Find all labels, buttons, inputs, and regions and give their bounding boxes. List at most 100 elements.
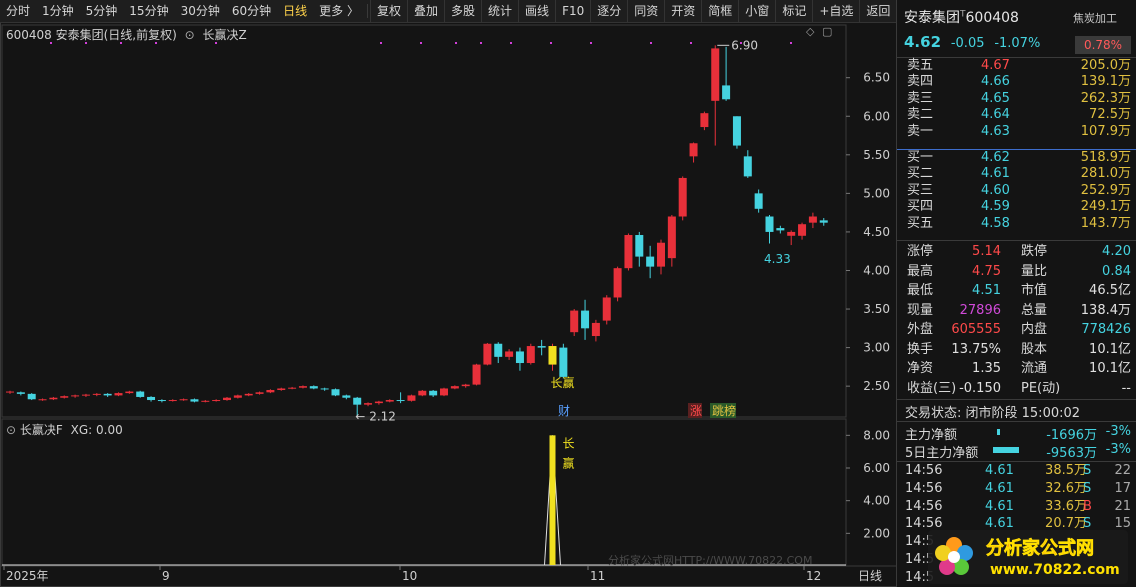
period-tab[interactable]: 5分钟 bbox=[80, 0, 124, 23]
tool-button[interactable]: F10 bbox=[555, 0, 590, 23]
signal-dot bbox=[380, 42, 382, 44]
candle-body bbox=[212, 400, 221, 402]
candle-body bbox=[27, 393, 36, 400]
signal-dot bbox=[455, 42, 457, 44]
period-tab[interactable]: 分时 bbox=[0, 0, 36, 23]
y-tick-label: 5.50 bbox=[863, 148, 890, 162]
tool-button[interactable]: 多股 bbox=[444, 0, 481, 23]
tick-time: 14:56 bbox=[905, 498, 943, 514]
tool-button[interactable]: +自选 bbox=[812, 0, 859, 23]
tick-price: 4.61 bbox=[985, 480, 1014, 496]
candle-body bbox=[201, 400, 210, 402]
bids-row[interactable]: 买五 4.58 143.7万 bbox=[897, 216, 1136, 232]
period-tab[interactable]: 日线 bbox=[277, 0, 313, 23]
signal-label: 长赢 bbox=[551, 375, 575, 390]
tool-button[interactable]: 返回 bbox=[859, 0, 896, 23]
tool-button[interactable]: 叠加 bbox=[407, 0, 444, 23]
candle-body bbox=[732, 116, 741, 146]
asks-price: 4.64 bbox=[981, 107, 1010, 123]
asks-volume: 72.5万 bbox=[1089, 107, 1131, 123]
candle-body bbox=[787, 231, 796, 236]
stat-label: 跌停 bbox=[1021, 244, 1048, 259]
period-tab[interactable]: 1分钟 bbox=[36, 0, 80, 23]
bids-price: 4.62 bbox=[981, 150, 1010, 165]
flow-pct: -3% bbox=[1105, 424, 1131, 439]
period-tab[interactable]: 60分钟 bbox=[226, 0, 277, 23]
period-tab[interactable]: 更多 〉 bbox=[313, 0, 365, 23]
stat-value: -- bbox=[1121, 380, 1131, 396]
stat-label: 市值 bbox=[1021, 283, 1048, 298]
period-tab[interactable]: 15分钟 bbox=[123, 0, 174, 23]
bids-row[interactable]: 买三 4.60 252.9万 bbox=[897, 183, 1136, 199]
main-plot-frame bbox=[1, 24, 847, 418]
asks-row[interactable]: 卖五 4.67 205.0万 bbox=[897, 58, 1136, 74]
candle-body bbox=[515, 351, 524, 364]
bids-price: 4.59 bbox=[981, 199, 1010, 215]
stats-table: 涨停 5.14 跌停 4.20 最高 4.75 量比 0.84 最低 4.51 市值 46.5亿 现量 2… bbox=[897, 242, 1136, 398]
y-tick-label: 3.00 bbox=[863, 341, 890, 355]
flow-pct: -3% bbox=[1105, 442, 1131, 457]
candle-body bbox=[179, 399, 188, 401]
asks-row[interactable]: 卖四 4.66 139.1万 bbox=[897, 74, 1136, 90]
tick-time: 14:56 bbox=[905, 480, 943, 496]
x-tick-label: 2025年 bbox=[6, 569, 49, 583]
signal-dot bbox=[690, 42, 692, 44]
candle-body bbox=[49, 397, 58, 400]
flow-bar bbox=[993, 447, 1019, 453]
bids-row[interactable]: 买二 4.61 281.0万 bbox=[897, 166, 1136, 182]
tool-button[interactable]: 复权 bbox=[369, 0, 407, 23]
tool-button[interactable]: 逐分 bbox=[590, 0, 627, 23]
stat-label: 换手 bbox=[907, 341, 934, 357]
asks-label: 卖五 bbox=[907, 58, 934, 73]
stat-label: 流通 bbox=[1021, 361, 1048, 376]
tool-button[interactable]: 简框 bbox=[701, 0, 738, 23]
candle-body bbox=[711, 48, 720, 101]
stat-value: 1.35 bbox=[972, 361, 1001, 376]
candle-body bbox=[657, 242, 665, 267]
candle-body bbox=[244, 393, 253, 396]
candle-body bbox=[776, 228, 785, 231]
tool-button[interactable]: 同资 bbox=[627, 0, 664, 23]
signal-dot bbox=[50, 42, 52, 44]
flow-row: 5日主力净额 -9563万 -3% bbox=[897, 442, 1136, 461]
tool-button[interactable]: 标记 bbox=[775, 0, 812, 23]
signal-dot bbox=[550, 42, 552, 44]
asks-volume: 107.9万 bbox=[1080, 123, 1131, 139]
stats-row: 外盘 605555 内盘 778426 bbox=[897, 320, 1136, 340]
tool-button[interactable]: 开资 bbox=[664, 0, 701, 23]
signal-dot bbox=[650, 42, 652, 44]
candle-body bbox=[765, 216, 774, 232]
tick-cnt: 22 bbox=[1114, 463, 1131, 478]
stats-row: 最高 4.75 量比 0.84 bbox=[897, 262, 1136, 282]
candle-body bbox=[700, 113, 709, 128]
event-label: 财 bbox=[558, 404, 570, 418]
asks-price: 4.67 bbox=[981, 58, 1010, 73]
candle-body bbox=[233, 395, 242, 398]
candle-body bbox=[320, 388, 329, 390]
kline-chart[interactable]: 6.50 6.00 5.50 5.00 4.50 4.00 3.50 3.00 2.50 长赢 6.… bbox=[0, 23, 896, 587]
old-low-arrow: ← bbox=[355, 409, 365, 423]
tool-button[interactable]: 小窗 bbox=[738, 0, 775, 23]
candle-body bbox=[157, 400, 166, 402]
bids-row[interactable]: 买四 4.59 249.1万 bbox=[897, 199, 1136, 215]
tool-button[interactable]: 统计 bbox=[481, 0, 518, 23]
stat-label: 净资 bbox=[907, 361, 934, 376]
tick-vol: 32.6万 bbox=[1045, 480, 1087, 496]
candle-body bbox=[71, 395, 80, 397]
candle-body bbox=[147, 396, 156, 401]
tick-row: 14:56 4.61 38.5万 S 22 bbox=[897, 462, 1136, 480]
candle-body bbox=[136, 391, 145, 397]
bids-volume: 249.1万 bbox=[1080, 199, 1131, 215]
tool-button[interactable]: 画线 bbox=[518, 0, 555, 23]
candle-body bbox=[581, 310, 590, 329]
candle-body bbox=[331, 389, 340, 396]
industry-tag[interactable]: 焦炭加工 bbox=[1073, 10, 1117, 26]
asks-row[interactable]: 卖二 4.64 72.5万 bbox=[897, 107, 1136, 123]
y-tick-label: 4.50 bbox=[863, 225, 890, 239]
candle-body bbox=[808, 216, 817, 223]
bids-row[interactable]: 买一 4.62 518.9万 bbox=[897, 150, 1136, 166]
asks-row[interactable]: 卖三 4.65 262.3万 bbox=[897, 91, 1136, 107]
period-tab[interactable]: 30分钟 bbox=[175, 0, 226, 23]
asks-row[interactable]: 卖一 4.63 107.9万 bbox=[897, 124, 1136, 140]
signal-dot bbox=[85, 42, 87, 44]
